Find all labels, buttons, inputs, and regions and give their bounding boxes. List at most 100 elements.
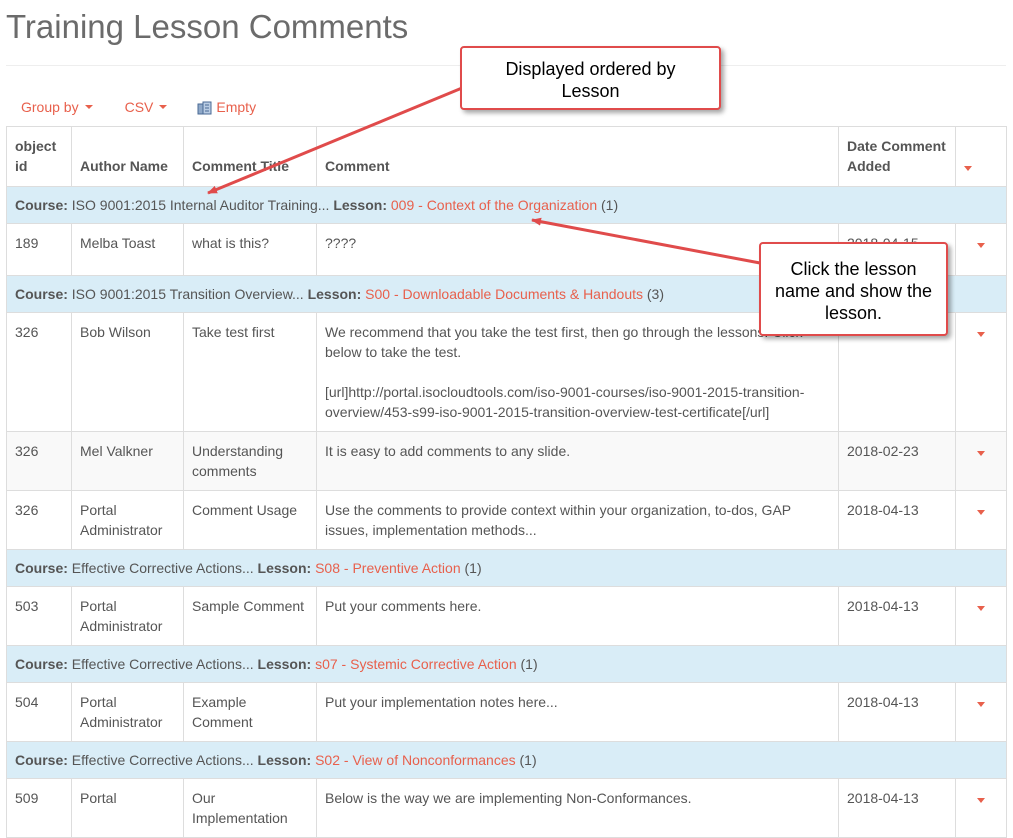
column-header-comment-title[interactable]: Comment Title xyxy=(183,126,317,187)
column-header-date-added[interactable]: Date Comment Added xyxy=(838,126,956,187)
cell-author: Mel Valkner xyxy=(71,431,184,491)
course-name: Effective Corrective Actions... xyxy=(71,752,254,768)
chevron-down-icon xyxy=(977,243,985,248)
course-name: Effective Corrective Actions... xyxy=(71,560,254,576)
page-title: Training Lesson Comments xyxy=(6,8,409,45)
course-name: ISO 9001:2015 Internal Auditor Training.… xyxy=(71,197,330,213)
cell-author: Portal Administrator xyxy=(71,490,184,550)
chevron-down-icon xyxy=(964,166,972,171)
cell-author: Portal Administrator xyxy=(71,586,184,646)
lesson-label: Lesson: xyxy=(333,197,387,213)
course-label: Course: xyxy=(15,656,68,672)
group-count: (3) xyxy=(646,286,665,302)
lesson-link[interactable]: S08 - Preventive Action xyxy=(315,560,461,576)
cell-object-id: 504 xyxy=(6,682,72,742)
lesson-label: Lesson: xyxy=(257,752,312,768)
callout-line: Lesson xyxy=(561,81,620,101)
cell-title: Understanding comments xyxy=(183,431,317,491)
cell-comment: It is easy to add comments to any slide. xyxy=(316,431,839,491)
comment-url: [url]http://portal.isocloudtools.com/iso… xyxy=(325,384,805,420)
callout-line: Displayed ordered by xyxy=(505,59,676,79)
course-label: Course: xyxy=(15,286,68,302)
lesson-link[interactable]: S00 - Downloadable Documents & Handouts xyxy=(365,286,643,302)
cell-title: Our Implementation xyxy=(183,778,317,838)
cell-date: 2018-04-13 xyxy=(838,586,956,646)
chevron-down-icon xyxy=(977,332,985,337)
chevron-down-icon xyxy=(159,105,168,109)
cell-comment: Put your comments here. xyxy=(316,586,839,646)
column-header-author-name[interactable]: Author Name xyxy=(71,126,184,187)
group-row: Course: Effective Corrective Actions... … xyxy=(6,741,1007,779)
group-count: (1) xyxy=(601,197,619,213)
group-row: Course: Effective Corrective Actions... … xyxy=(6,549,1007,587)
cell-author: Bob Wilson xyxy=(71,312,184,432)
cell-comment: Put your implementation notes here... xyxy=(316,682,839,742)
table-row[interactable]: 504 Portal Administrator Example Comment… xyxy=(6,682,1007,742)
row-actions-button[interactable] xyxy=(955,778,1007,838)
table-row[interactable]: 503 Portal Administrator Sample Comment … xyxy=(6,586,1007,646)
csv-dropdown[interactable]: CSV xyxy=(125,99,168,115)
cell-date: 2018-04-13 xyxy=(838,490,956,550)
column-options-button[interactable] xyxy=(955,126,1007,187)
toolbar: Group by CSV Empty xyxy=(21,98,256,116)
csv-label: CSV xyxy=(124,99,154,115)
cell-comment: Below is the way we are implementing Non… xyxy=(316,778,839,838)
table-row[interactable]: 326 Portal Administrator Comment Usage U… xyxy=(6,490,1007,550)
comment-text: We recommend that you take the test firs… xyxy=(325,324,803,360)
cell-date: 2018-04-13 xyxy=(838,778,956,838)
group-count: (1) xyxy=(519,752,537,768)
chevron-down-icon xyxy=(977,798,985,803)
callout-line: Click the lesson xyxy=(790,259,917,279)
cell-author: Melba Toast xyxy=(71,223,184,276)
group-by-label: Group by xyxy=(21,99,79,115)
lesson-label: Lesson: xyxy=(257,560,312,576)
row-actions-button[interactable] xyxy=(955,586,1007,646)
callout-line: lesson. xyxy=(824,303,883,323)
lesson-link[interactable]: S02 - View of Nonconformances xyxy=(315,752,516,768)
course-name: Effective Corrective Actions... xyxy=(71,656,254,672)
group-by-dropdown[interactable]: Group by xyxy=(21,99,93,115)
cell-comment: Use the comments to provide context with… xyxy=(316,490,839,550)
column-header-object-id[interactable]: object id xyxy=(6,126,72,187)
chevron-down-icon xyxy=(977,510,985,515)
cell-title: Comment Usage xyxy=(183,490,317,550)
lesson-label: Lesson: xyxy=(307,286,362,302)
cell-author: Portal xyxy=(71,778,184,838)
group-row: Course: ISO 9001:2015 Internal Auditor T… xyxy=(6,186,1007,224)
cell-date: 2018-02-23 xyxy=(838,431,956,491)
group-cell: Course: Effective Corrective Actions... … xyxy=(6,645,1007,683)
course-name: ISO 9001:2015 Transition Overview... xyxy=(71,286,304,302)
cell-object-id: 326 xyxy=(6,312,72,432)
group-count: (1) xyxy=(520,656,538,672)
cell-date: 2018-04-13 xyxy=(838,682,956,742)
group-cell: Course: ISO 9001:2015 Internal Auditor T… xyxy=(6,186,1007,224)
column-header-comment[interactable]: Comment xyxy=(316,126,839,187)
cell-author: Portal Administrator xyxy=(71,682,184,742)
lesson-link[interactable]: s07 - Systemic Corrective Action xyxy=(315,656,517,672)
cell-object-id: 326 xyxy=(6,431,72,491)
course-label: Course: xyxy=(15,752,68,768)
cell-object-id: 503 xyxy=(6,586,72,646)
row-actions-button[interactable] xyxy=(955,431,1007,491)
row-actions-button[interactable] xyxy=(955,490,1007,550)
chevron-down-icon xyxy=(977,702,985,707)
group-count: (1) xyxy=(464,560,482,576)
lesson-link[interactable]: 009 - Context of the Organization xyxy=(391,197,597,213)
group-cell: Course: Effective Corrective Actions... … xyxy=(6,549,1007,587)
row-actions-button[interactable] xyxy=(955,682,1007,742)
header-row: object id Author Name Comment Title Comm… xyxy=(6,126,1007,187)
callout-click-lesson: Click the lesson name and show the lesso… xyxy=(759,242,948,336)
chevron-down-icon xyxy=(84,105,93,109)
cell-title: what is this? xyxy=(183,223,317,276)
lesson-label: Lesson: xyxy=(257,656,312,672)
cell-object-id: 509 xyxy=(6,778,72,838)
row-actions-button[interactable] xyxy=(955,312,1007,432)
course-label: Course: xyxy=(15,560,68,576)
cell-title: Sample Comment xyxy=(183,586,317,646)
row-actions-button[interactable] xyxy=(955,223,1007,276)
empty-button[interactable]: Empty xyxy=(197,99,256,115)
comments-table: object id Author Name Comment Title Comm… xyxy=(6,126,1007,838)
table-row[interactable]: 326 Mel Valkner Understanding comments I… xyxy=(6,431,1007,491)
table-row[interactable]: 509 Portal Our Implementation Below is t… xyxy=(6,778,1007,838)
cell-title: Example Comment xyxy=(183,682,317,742)
